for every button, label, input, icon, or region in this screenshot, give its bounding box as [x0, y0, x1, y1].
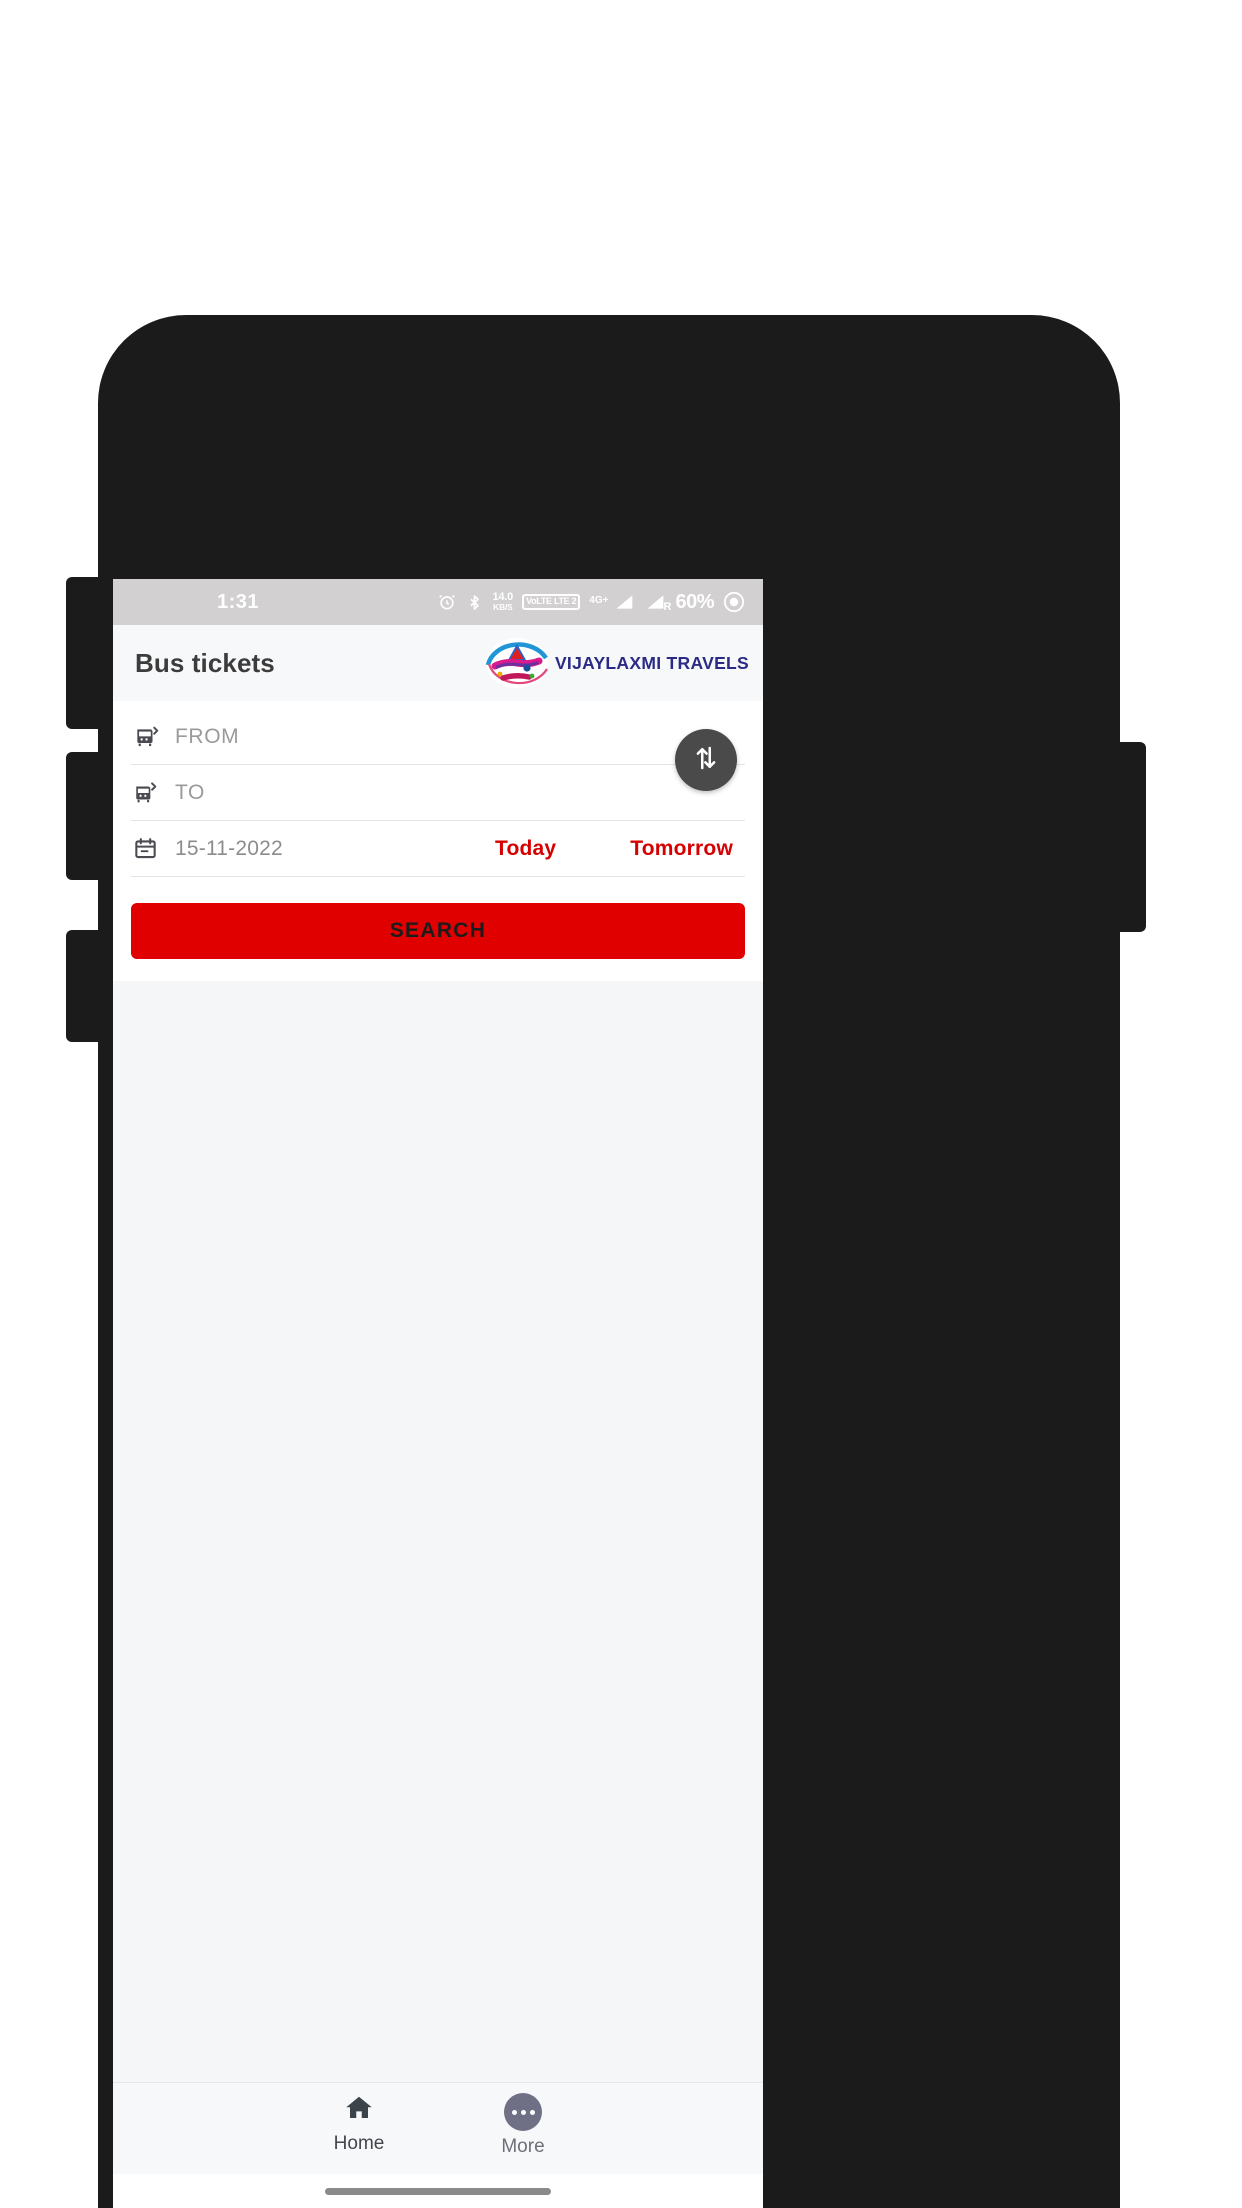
data-rate-indicator: 14.0 KB/S — [492, 591, 514, 613]
status-icons: 14.0 KB/S VoLTE LTE 2 4G+ R 60% — [437, 591, 745, 614]
brand-logo: VIJAYLAXMI TRAVELS — [483, 634, 749, 692]
bus-arrival-icon — [133, 780, 175, 806]
from-field[interactable]: FROM — [131, 709, 745, 765]
brand-name: VIJAYLAXMI TRAVELS — [554, 652, 749, 673]
network-type-label: 4G+ — [589, 594, 609, 606]
results-empty-area — [113, 981, 763, 2082]
status-clock: 1:31 — [217, 590, 260, 613]
screenshot-stage: 1:31 14.0 KB/S VoLTE LTE 2 4G+ R 60% Bus… — [0, 0, 1242, 2208]
more-dots-icon — [504, 2093, 542, 2131]
signal-bars-sim1-icon — [613, 592, 635, 612]
volte-line1: VoLTE — [526, 596, 552, 607]
data-rate-value: 14.0 — [492, 591, 514, 603]
data-rate-unit: KB/S — [493, 602, 513, 612]
roaming-label: R — [663, 601, 672, 613]
swap-vertical-arrows-icon — [691, 743, 721, 778]
page-title: Bus tickets — [135, 647, 275, 678]
nav-label-more: More — [501, 2136, 545, 2157]
bottom-navigation: Home More — [113, 2082, 763, 2174]
to-input-placeholder: TO — [175, 780, 205, 804]
alarm-clock-icon — [437, 592, 457, 612]
nav-item-more[interactable]: More — [441, 2093, 605, 2158]
search-card: FROM TO 15-11-2022 Today Tomorrow SEARCH — [113, 701, 763, 981]
quick-date-tomorrow[interactable]: Tomorrow — [630, 837, 733, 861]
quick-date-today[interactable]: Today — [495, 837, 556, 861]
app-bar: Bus tickets VIJAYLAXMI TRAVELS — [113, 625, 763, 701]
search-button[interactable]: SEARCH — [131, 903, 745, 959]
phone-screen: 1:31 14.0 KB/S VoLTE LTE 2 4G+ R 60% Bus… — [113, 579, 763, 2208]
nav-item-home[interactable]: Home — [277, 2093, 441, 2155]
bluetooth-icon — [466, 592, 483, 613]
to-field[interactable]: TO — [131, 765, 745, 821]
battery-percent-label: 60% — [675, 590, 714, 613]
vijaylaxmi-logo-icon — [483, 634, 551, 692]
home-icon — [343, 2093, 375, 2128]
selected-date[interactable]: 15-11-2022 — [175, 837, 283, 861]
status-bar: 1:31 14.0 KB/S VoLTE LTE 2 4G+ R 60% — [113, 579, 763, 625]
from-input-placeholder: FROM — [175, 724, 240, 748]
calendar-icon[interactable] — [133, 836, 175, 861]
swap-locations-button[interactable] — [675, 729, 737, 791]
volte-icon: VoLTE LTE 2 — [522, 594, 581, 610]
volte-line2: LTE 2 — [553, 596, 577, 607]
gesture-navigation-bar — [113, 2174, 763, 2208]
signal-bars-sim2-roaming-icon: R — [644, 592, 671, 613]
gesture-pill[interactable] — [325, 2187, 551, 2195]
nav-label-home: Home — [333, 2133, 385, 2154]
bus-departure-icon — [133, 724, 175, 750]
battery-icon — [723, 591, 745, 613]
date-row: 15-11-2022 Today Tomorrow — [131, 821, 745, 877]
